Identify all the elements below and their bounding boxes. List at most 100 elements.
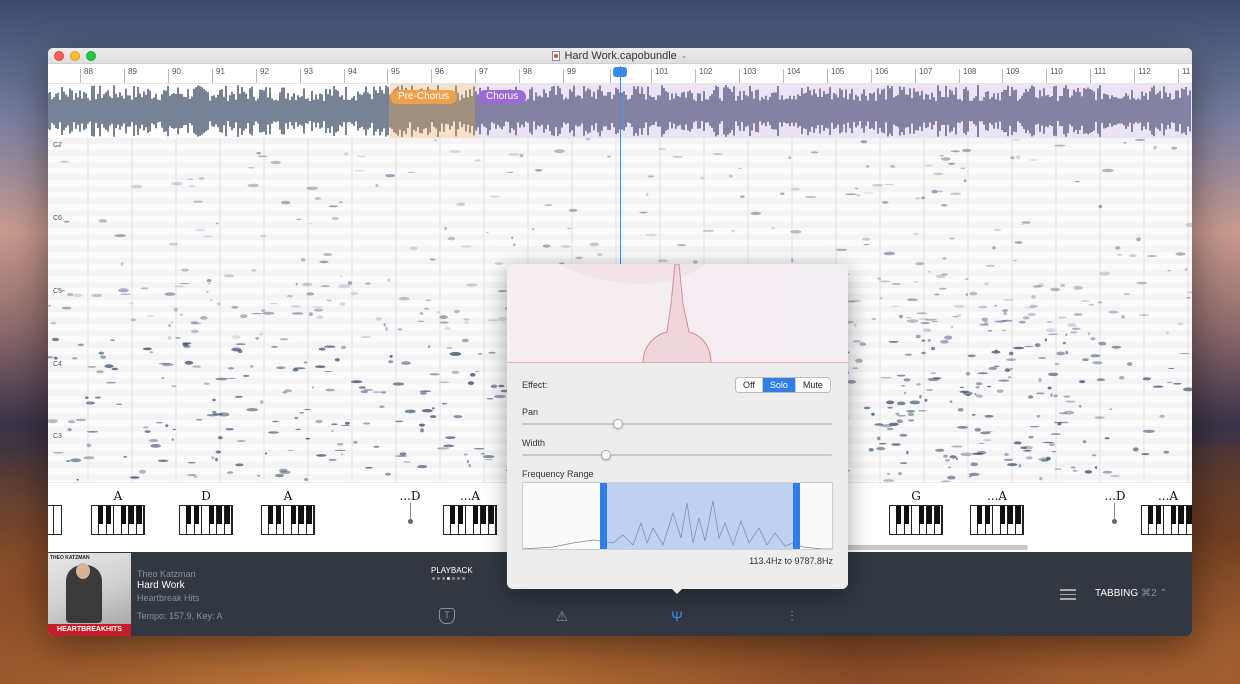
spectrogram-mark	[1136, 281, 1148, 285]
bar-number: 107	[914, 67, 933, 83]
chord-item[interactable]: A	[91, 489, 145, 535]
spectrogram-mark	[468, 463, 471, 468]
maximize-button[interactable]	[86, 51, 96, 61]
chord-item[interactable]: ...A	[1141, 489, 1192, 535]
spectrogram-mark	[658, 147, 667, 151]
chord-name: A	[283, 489, 293, 503]
spectrogram-mark	[645, 233, 658, 237]
frequency-range-label: Frequency Range	[522, 469, 594, 479]
width-slider-knob[interactable]	[600, 450, 611, 460]
horizontal-scrollbar[interactable]	[844, 545, 1028, 550]
spectrogram-mark	[215, 222, 219, 225]
close-button[interactable]	[54, 51, 64, 61]
minimize-button[interactable]	[70, 51, 80, 61]
chord-item[interactable]: D	[179, 489, 233, 535]
spectrogram-mark	[1031, 295, 1036, 299]
spectrogram-mark	[920, 321, 931, 325]
triangle-icon[interactable]: ⚠	[554, 608, 570, 624]
spectrogram-mark	[340, 424, 351, 426]
spectrogram-mark	[915, 197, 920, 200]
spectrogram-mark	[356, 155, 367, 158]
width-slider[interactable]	[522, 454, 832, 456]
pan-slider[interactable]	[522, 423, 832, 425]
mixer-icon[interactable]: ⫶	[784, 608, 800, 624]
chord-item[interactable]: ...A	[970, 489, 1024, 535]
spectrogram-mark	[995, 349, 998, 352]
tuning-fork-icon[interactable]: Ψ	[669, 608, 685, 624]
stereo-visualizer[interactable]	[507, 264, 848, 364]
piano-diagram	[1141, 505, 1192, 535]
section-marker-pre-chorus[interactable]: Pre-Chorus	[390, 90, 458, 104]
spectrogram-mark	[1049, 443, 1055, 447]
settings-sliders-icon[interactable]	[1060, 586, 1076, 600]
page-dots[interactable]	[432, 577, 465, 580]
spectrogram-mark	[1146, 255, 1158, 257]
spectrogram-mark	[443, 327, 452, 330]
spectrogram-mark	[881, 201, 889, 204]
spectrogram-mark	[191, 322, 202, 325]
frequency-range-selector[interactable]	[522, 482, 833, 550]
spectrogram-mark	[791, 187, 801, 191]
spectrogram-mark	[451, 370, 460, 374]
spectrogram-mark	[1179, 352, 1190, 355]
playback-label: PLAYBACK	[431, 566, 473, 575]
spectrogram-mark	[906, 298, 918, 302]
window-title[interactable]: Hard Work.capobundle ⌄	[552, 50, 688, 62]
effect-off-button[interactable]: Off	[736, 378, 763, 392]
section-marker-chorus[interactable]: Chorus	[478, 90, 527, 104]
spectrogram-mark	[437, 447, 449, 450]
spectrogram-mark	[439, 315, 448, 320]
piano-diagram	[48, 505, 62, 535]
chord-item[interactable]: A	[261, 489, 315, 535]
bar-number: 106	[870, 67, 889, 83]
spectrogram-mark	[886, 473, 891, 475]
spectrogram-mark	[423, 307, 430, 310]
spectrogram-mark	[1159, 414, 1165, 418]
spectrogram-mark	[120, 262, 124, 266]
spectrogram-mark	[953, 304, 965, 308]
spectrogram-mark	[960, 452, 973, 457]
tab-icon[interactable]: T	[439, 608, 455, 624]
spectrogram-mark	[275, 473, 284, 478]
spectrogram-mark	[1007, 463, 1018, 467]
spectrogram-mark	[984, 414, 994, 418]
mode-selector[interactable]: TABBING ⌘2 ⌃	[1095, 588, 1168, 599]
pan-slider-knob[interactable]	[613, 419, 624, 429]
chord-item[interactable]: G	[889, 489, 943, 535]
chord-item[interactable]: ...A	[443, 489, 497, 535]
spectrogram-mark	[1096, 378, 1105, 382]
spectrogram-mark	[1072, 469, 1078, 472]
bar-number: 91	[212, 67, 225, 83]
effect-mute-button[interactable]: Mute	[796, 378, 830, 392]
chord-item[interactable]	[48, 489, 62, 535]
spectrogram-mark	[532, 228, 535, 231]
spectrogram-mark	[303, 361, 308, 364]
spectrogram-mark	[251, 269, 257, 272]
frequency-selection[interactable]	[600, 483, 800, 549]
effect-segmented-control[interactable]: Off Solo Mute	[735, 377, 831, 393]
effect-solo-button[interactable]: Solo	[762, 378, 796, 392]
spectrogram-mark	[170, 321, 174, 324]
spectrogram-mark	[1003, 458, 1014, 461]
waveform-intro	[48, 85, 389, 137]
spectrogram-mark	[868, 448, 874, 452]
spectrogram-mark	[449, 351, 462, 356]
spectrogram-mark	[104, 364, 114, 369]
chord-item[interactable]: ...D	[1093, 489, 1137, 505]
spectrogram-mark	[890, 305, 900, 307]
spectrogram-mark	[883, 251, 896, 256]
spectrogram-mark	[487, 319, 499, 322]
spectrogram-mark	[947, 466, 951, 469]
spectrogram-mark	[1054, 362, 1060, 366]
chord-name: ...D	[1104, 489, 1126, 503]
spectrogram-mark	[1065, 400, 1076, 403]
spectrogram-mark	[913, 280, 919, 283]
spectrogram-mark	[835, 248, 848, 251]
spectrogram-mark	[173, 307, 179, 312]
spectrogram-mark	[184, 360, 194, 365]
spectrogram-mark	[433, 139, 438, 142]
playhead[interactable]	[620, 66, 621, 266]
spectrogram-mark	[474, 159, 481, 162]
spectrogram-mark	[443, 444, 455, 448]
spectrogram-mark	[86, 431, 99, 433]
